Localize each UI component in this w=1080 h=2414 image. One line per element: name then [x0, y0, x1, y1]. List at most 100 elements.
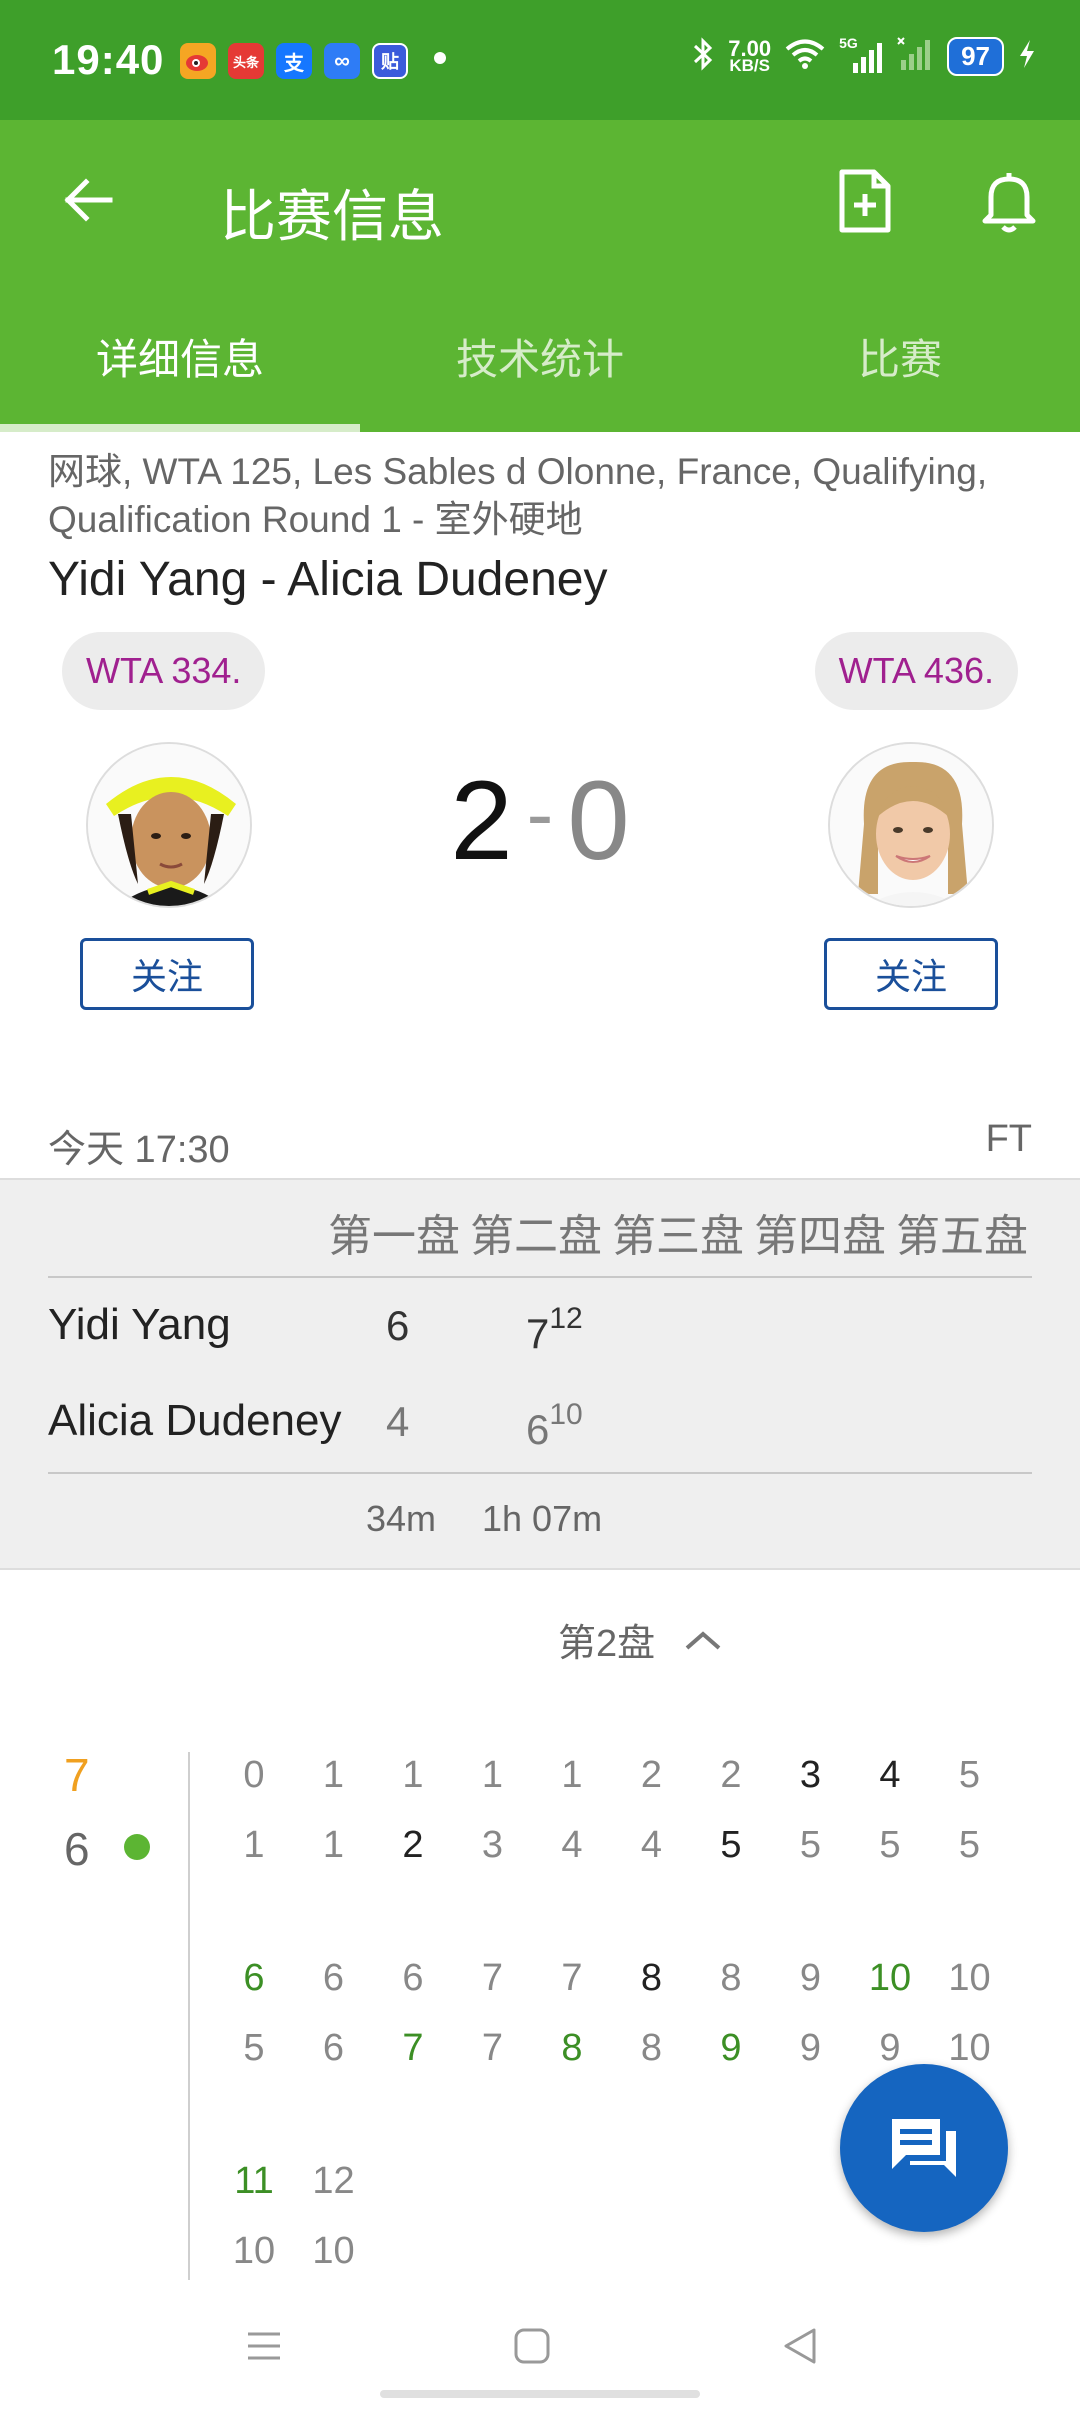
divider [188, 1752, 190, 2280]
score-separator: - [526, 769, 554, 858]
nav-home-button[interactable] [508, 2322, 556, 2375]
signal-sim2-icon [897, 36, 933, 77]
away-game-score: 10 [312, 2230, 355, 2272]
add-document-button[interactable] [820, 156, 910, 246]
home-game-score: 6 [402, 1957, 424, 1999]
baidu-netdisk-icon: ∞ [324, 43, 360, 79]
home-game-score: 2 [720, 1754, 742, 1796]
tab-details[interactable]: 详细信息 [0, 280, 360, 432]
match-title: Yidi Yang - Alicia Dudeney [48, 553, 608, 606]
home-game-score: 3 [799, 1754, 822, 1796]
net-speed: 7.00 KB/S [728, 35, 772, 75]
away-game-score: 3 [481, 1824, 504, 1866]
home-game-score: 7 [561, 1957, 583, 1999]
home-game-score: 1 [481, 1754, 504, 1796]
away-game-score: 10 [948, 2027, 991, 2069]
charging-icon [1018, 38, 1036, 75]
home-game-score: 12 [312, 2160, 355, 2202]
away-game-score: 5 [243, 2027, 265, 2069]
status-time: 19:40 [52, 36, 165, 83]
divider [48, 1472, 1032, 1474]
home-player-avatar[interactable] [86, 742, 252, 908]
away-game-score: 6 [322, 2027, 345, 2069]
away-game-score: 5 [958, 1824, 981, 1866]
weibo-icon [180, 43, 216, 79]
match-score: 2-0 [430, 756, 650, 885]
notification-button[interactable] [964, 156, 1054, 246]
set5-header: 第五盘 [896, 1212, 1028, 1261]
app-bar: 比赛信息 [0, 120, 1080, 280]
away-game-score: 4 [561, 1824, 583, 1866]
set2-header: 第二盘 [470, 1212, 602, 1261]
follow-away-button[interactable]: 关注 [824, 938, 998, 1010]
bluetooth-icon [692, 36, 714, 77]
alipay-icon: 支 [276, 43, 312, 79]
away-rank-badge: WTA 436. [814, 632, 1018, 710]
add-document-icon [839, 169, 891, 233]
away-game-score: 5 [879, 1824, 901, 1866]
sets-score-table: 第一盘 第二盘 第三盘 第四盘 第五盘 Yidi Yang 6 712 Alic… [0, 1178, 1080, 1570]
home-set2-score: 712 [526, 1302, 583, 1357]
home-game-score: 6 [322, 1957, 345, 1999]
away-game-score: 8 [561, 2027, 583, 2069]
back-triangle-icon [784, 2328, 816, 2364]
home-game-score: 1 [402, 1754, 424, 1796]
wifi-icon [785, 38, 825, 75]
home-set2-tiebreak: 12 [549, 1302, 583, 1335]
away-game-score: 4 [640, 1824, 663, 1866]
home-game-score: 1 [322, 1754, 345, 1796]
away-game-score: 8 [640, 2027, 663, 2069]
chevron-up-icon [685, 1630, 721, 1650]
away-game-score: 7 [481, 2027, 504, 2069]
set-label: 第2盘 [558, 1623, 656, 1665]
away-game-score: 7 [402, 2027, 424, 2069]
back-button[interactable] [48, 160, 128, 240]
tab-match[interactable]: 比赛 [720, 280, 1080, 432]
bell-icon [982, 173, 1036, 233]
away-set2-tiebreak: 10 [549, 1398, 583, 1431]
away-game-score: 5 [720, 1824, 742, 1866]
nav-back-button[interactable] [776, 2322, 824, 2375]
set1-duration: 34m [366, 1498, 437, 1539]
home-player-name: Yidi Yang [48, 1300, 231, 1349]
away-game-score: 9 [799, 2027, 822, 2069]
home-game-score: 10 [868, 1957, 912, 1999]
home-indicator [380, 2390, 700, 2398]
home-game-score: 6 [243, 1957, 265, 1999]
set1-header: 第一盘 [328, 1212, 460, 1261]
tab-bar: 详细信息 技术统计 比赛 [0, 280, 1080, 432]
away-set-games: 6 [64, 1823, 90, 1875]
notification-apps: 头条 支 ∞ 贴 [180, 43, 408, 79]
set3-header: 第三盘 [612, 1212, 744, 1261]
more-notifications-dot [434, 52, 446, 64]
chat-button[interactable] [840, 2064, 1008, 2232]
home-game-score: 8 [640, 1957, 663, 1999]
serving-indicator [124, 1834, 150, 1860]
divider [48, 1276, 1032, 1278]
home-sets-won: 2 [450, 758, 513, 883]
away-set2-score: 610 [526, 1398, 583, 1453]
home-game-score: 0 [243, 1754, 265, 1796]
nav-menu-button[interactable] [240, 2322, 288, 2375]
page-title: 比赛信息 [220, 185, 444, 248]
away-sets-won: 0 [567, 758, 630, 883]
away-game-score: 1 [322, 1824, 345, 1866]
tab-statistics[interactable]: 技术统计 [360, 280, 720, 432]
status-right: 7.00 KB/S 5G 97 [692, 35, 1036, 77]
home-rank-badge: WTA 334. [62, 632, 266, 710]
set-selector[interactable]: 第2盘 [558, 1612, 723, 1667]
follow-home-button[interactable]: 关注 [80, 938, 254, 1010]
away-game-score: 1 [243, 1824, 265, 1866]
away-player-avatar[interactable] [828, 742, 994, 908]
match-status: FT [985, 1118, 1032, 1160]
signal-5g-icon: 5G [839, 35, 883, 75]
toutiao-icon: 头条 [228, 43, 264, 79]
home-game-score: 9 [799, 1957, 822, 1999]
chat-icon [892, 2119, 956, 2177]
battery-indicator: 97 [947, 37, 1004, 76]
set2-duration: 1h 07m [482, 1498, 603, 1539]
home-square-icon [514, 2328, 550, 2364]
home-game-score: 7 [481, 1957, 504, 1999]
home-set-games: 7 [64, 1749, 90, 1801]
home-game-score: 5 [958, 1754, 981, 1796]
